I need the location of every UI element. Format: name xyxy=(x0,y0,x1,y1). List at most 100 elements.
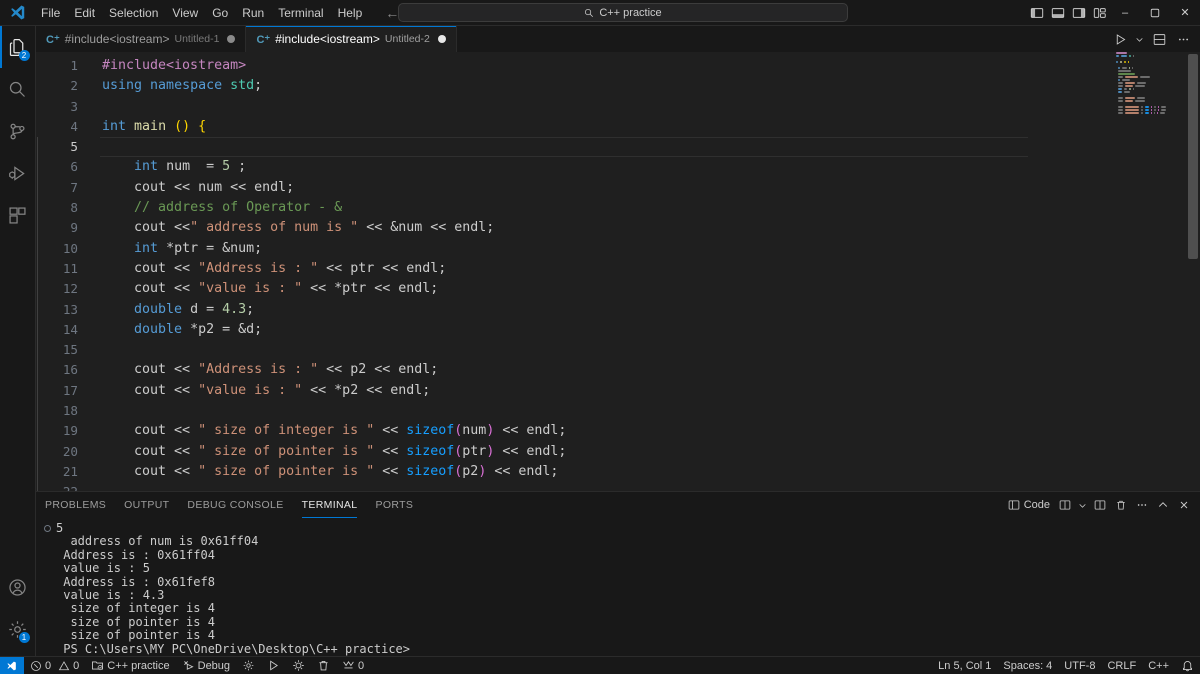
kill-terminal-button[interactable] xyxy=(1111,492,1131,518)
tab-output[interactable]: OUTPUT xyxy=(115,492,178,518)
language-mode-status[interactable]: C++ xyxy=(1142,657,1175,674)
terminal-output[interactable]: 5 address of num is 0x61ff04 Address is … xyxy=(36,518,1200,656)
window-minimize-button[interactable]: – xyxy=(1110,0,1140,26)
menu-go[interactable]: Go xyxy=(205,0,235,25)
indentation-status[interactable]: Spaces: 4 xyxy=(997,657,1058,674)
notifications-bell-button[interactable] xyxy=(1175,657,1200,674)
encoding-status[interactable]: UTF-8 xyxy=(1058,657,1101,674)
more-editor-actions-ellipsis-icon[interactable] xyxy=(1172,26,1194,52)
scrollbar-thumb[interactable] xyxy=(1188,54,1198,259)
code-line[interactable]: 21 cout << " size of pointer is " << siz… xyxy=(36,461,1112,483)
split-editor-icon[interactable] xyxy=(1148,26,1170,52)
code-line[interactable]: 13 double d = 4.3; xyxy=(36,299,1112,320)
window-close-button[interactable]: ✕ xyxy=(1170,0,1200,26)
line-number: 8 xyxy=(70,200,78,216)
tab-ports[interactable]: PORTS xyxy=(366,492,422,518)
folder-status[interactable]: C++ practice xyxy=(85,657,175,674)
command-center[interactable]: C++ practice xyxy=(398,3,848,22)
window-maximize-button[interactable] xyxy=(1140,0,1170,26)
code-line[interactable]: 18 xyxy=(36,401,1112,422)
code-line[interactable]: 11 cout << "Address is : " << ptr << end… xyxy=(36,258,1112,280)
ports-status[interactable]: 0 xyxy=(336,657,370,674)
customize-layout-icon[interactable] xyxy=(1089,0,1110,26)
code-token: << xyxy=(374,423,407,439)
error-icon xyxy=(31,660,41,671)
toggle-panel-icon[interactable] xyxy=(1047,0,1068,26)
close-panel-button[interactable] xyxy=(1174,492,1194,518)
minimap-token xyxy=(1125,82,1135,84)
terminal-profile-chevron-down-icon[interactable] xyxy=(1076,492,1089,518)
tab-dirty-indicator[interactable] xyxy=(437,35,446,43)
editor-vertical-scrollbar[interactable] xyxy=(1186,52,1200,492)
tab-debug-console[interactable]: DEBUG CONSOLE xyxy=(178,492,292,518)
code-line[interactable]: 4 int main () { xyxy=(36,117,1112,137)
run-status[interactable] xyxy=(261,657,286,674)
code-lines[interactable]: 1 #include<iostream> 2 using namespace std;… xyxy=(36,52,1112,492)
menu-edit[interactable]: Edit xyxy=(67,0,102,25)
code-line[interactable]: 22 xyxy=(36,482,1112,492)
remote-window-button[interactable] xyxy=(0,656,24,674)
code-token: int xyxy=(102,118,127,134)
code-line[interactable]: 12 cout << "value is : " << *ptr << endl… xyxy=(36,279,1112,300)
sidebar-item-search[interactable] xyxy=(0,68,36,110)
menu-selection[interactable]: Selection xyxy=(102,0,165,25)
tab-terminal[interactable]: TERMINAL xyxy=(293,492,367,519)
terminal-kind-code-button[interactable]: Code xyxy=(1004,492,1054,518)
code-line[interactable]: 9 cout <<" address of num is " << &num <… xyxy=(36,218,1112,239)
workbench-body: 2 1 C⁺ #include<iostream> Untitled-1 C⁺ … xyxy=(0,26,1200,656)
code-scroll[interactable]: 1 #include<iostream> 2 using namespace std;… xyxy=(36,52,1112,492)
minimap-token xyxy=(1141,109,1143,111)
code-line[interactable]: 14 double *p2 = &d; xyxy=(36,319,1112,341)
code-line[interactable]: 8 // address of Operator - & xyxy=(36,198,1112,219)
code-line[interactable]: 19 cout << " size of integer is " << siz… xyxy=(36,421,1112,442)
code-line[interactable]: 5 xyxy=(36,137,1112,158)
sidebar-item-run-and-debug[interactable] xyxy=(0,152,36,194)
sidebar-item-extensions[interactable] xyxy=(0,194,36,236)
code-line[interactable]: 6 int num = 5 ; xyxy=(36,157,1112,178)
build-status[interactable] xyxy=(286,657,311,674)
editor-tab-untitled-2[interactable]: C⁺ #include<iostream> Untitled-2 xyxy=(246,26,457,52)
code-line[interactable]: 20 cout << " size of pointer is " << siz… xyxy=(36,441,1112,462)
panel-more-actions-button[interactable] xyxy=(1132,492,1152,518)
search-input[interactable]: C++ practice xyxy=(398,3,848,22)
tab-dirty-indicator[interactable] xyxy=(227,35,236,43)
toggle-primary-sidebar-icon[interactable] xyxy=(1026,0,1047,26)
run-options-chevron-down-icon[interactable] xyxy=(1133,26,1146,52)
code-line[interactable]: 10 int *ptr = &num; xyxy=(36,238,1112,259)
menu-terminal[interactable]: Terminal xyxy=(271,0,330,25)
code-line[interactable]: 1 #include<iostream> xyxy=(36,56,1112,76)
manage-settings-button[interactable]: 1 xyxy=(0,608,36,650)
command-decoration-icon[interactable] xyxy=(44,524,51,532)
code-line[interactable]: 16 cout << "Address is : " << p2 << endl… xyxy=(36,360,1112,381)
eol-status[interactable]: CRLF xyxy=(1101,657,1142,674)
menu-file[interactable]: File xyxy=(34,0,67,25)
clean-status[interactable] xyxy=(311,657,336,674)
toggle-secondary-sidebar-icon[interactable] xyxy=(1068,0,1089,26)
code-line[interactable]: 17 cout << "value is : " << *p2 << endl; xyxy=(36,380,1112,402)
menu-view[interactable]: View xyxy=(165,0,205,25)
accounts-button[interactable] xyxy=(0,566,36,608)
split-terminal-button[interactable] xyxy=(1055,492,1075,518)
debug-status[interactable]: Debug xyxy=(176,657,236,674)
code-editor[interactable]: 1 #include<iostream> 2 using namespace std;… xyxy=(36,52,1200,492)
editor-tab-untitled-1[interactable]: C⁺ #include<iostream> Untitled-1 xyxy=(36,26,247,52)
problems-status[interactable]: 0 0 xyxy=(24,657,85,674)
menu-run[interactable]: Run xyxy=(235,0,271,25)
code-line[interactable]: 15 xyxy=(36,340,1112,361)
code-line[interactable]: 2 using namespace std; xyxy=(36,76,1112,96)
new-terminal-button[interactable] xyxy=(1090,492,1110,518)
gear-status[interactable] xyxy=(236,657,261,674)
menu-help[interactable]: Help xyxy=(331,0,370,25)
maximize-panel-button[interactable] xyxy=(1153,492,1173,518)
sidebar-item-source-control[interactable] xyxy=(0,110,36,152)
tab-problems[interactable]: PROBLEMS xyxy=(36,492,115,518)
run-code-button[interactable] xyxy=(1109,26,1131,52)
minimap-token xyxy=(1135,85,1146,87)
code-line[interactable]: 3 xyxy=(36,97,1112,117)
code-text: // address of Operator - & xyxy=(37,198,342,219)
cursor-position-status[interactable]: Ln 5, Col 1 xyxy=(932,657,997,674)
code-line[interactable]: 7 cout << num << endl; xyxy=(36,177,1112,199)
line-number: 4 xyxy=(70,118,78,134)
minimap[interactable] xyxy=(1112,52,1186,492)
sidebar-item-explorer[interactable]: 2 xyxy=(0,26,36,68)
